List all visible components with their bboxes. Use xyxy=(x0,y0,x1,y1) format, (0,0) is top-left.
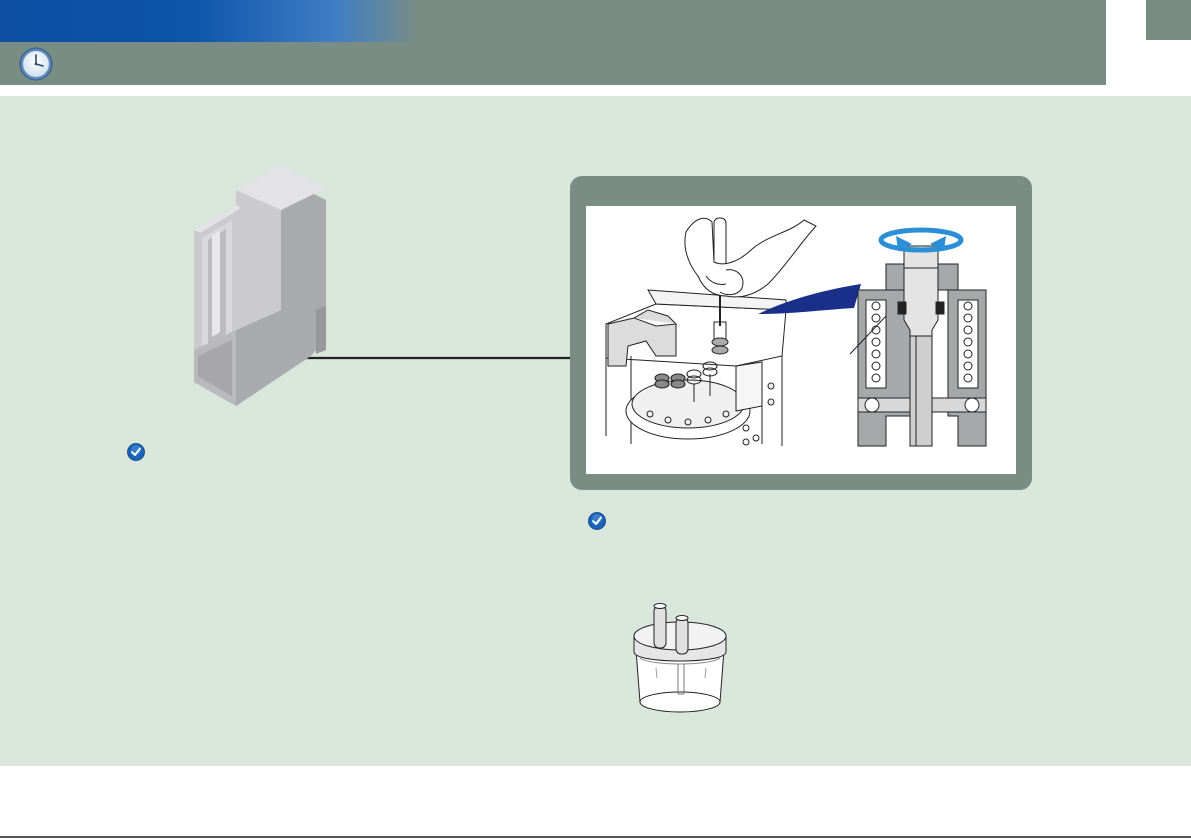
clock-icon[interactable] xyxy=(18,46,54,82)
detail-panel xyxy=(570,176,1032,490)
corner-tab xyxy=(1146,0,1191,40)
detail-illustration xyxy=(586,206,1016,474)
header-bar xyxy=(0,0,1106,85)
header-gap xyxy=(1106,0,1146,85)
checkmark-icon xyxy=(588,512,606,530)
device-module-icon xyxy=(194,165,326,406)
header-banner xyxy=(0,0,420,42)
footer-divider xyxy=(0,836,1191,838)
checkmark-icon xyxy=(127,443,145,461)
cartridge-vial-icon xyxy=(633,603,727,713)
assembly-illustration xyxy=(605,217,987,447)
header-divider xyxy=(0,85,1191,88)
